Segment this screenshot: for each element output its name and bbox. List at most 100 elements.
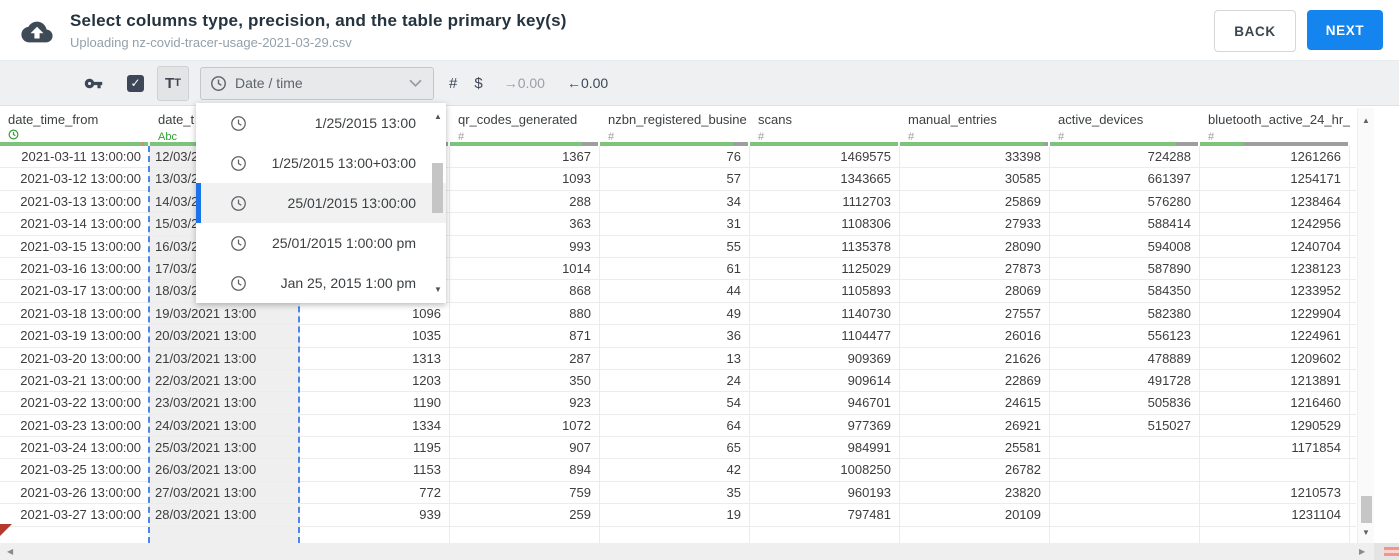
- text-type-label: T: [165, 74, 175, 92]
- table-cell: 2021-03-24 13:00:00: [0, 437, 150, 459]
- table-row: 2021-03-20 13:00:00 21/03/2021 13:00 1313 2…: [0, 347, 1356, 370]
- table-cell: 42: [600, 459, 750, 481]
- table-cell: 1238123: [1200, 257, 1350, 280]
- table-cell: 23/03/2021 13:00: [150, 392, 300, 414]
- table-cell: 28069: [900, 280, 1050, 302]
- table-cell: [1050, 526, 1200, 543]
- table-row: 2021-03-21 13:00:00 22/03/2021 13:00 1203 3…: [0, 369, 1356, 393]
- page-subtitle: Uploading nz-covid-tracer-usage-2021-03-…: [70, 34, 352, 50]
- column-type-select[interactable]: Date / time: [200, 66, 434, 100]
- clock-icon: [210, 75, 227, 92]
- vertical-scrollbar-thumb[interactable]: [1361, 496, 1372, 523]
- table-cell: 939: [300, 504, 450, 526]
- table-cell: 724288: [1050, 146, 1200, 168]
- table-cell: 34: [600, 190, 750, 213]
- table-cell: 27933: [900, 213, 1050, 235]
- table-cell: 22/03/2021 13:00: [150, 369, 300, 392]
- horizontal-scrollbar[interactable]: ◀ ▶: [0, 543, 1399, 560]
- scroll-up-icon[interactable]: ▲: [434, 112, 442, 121]
- clock-icon: [230, 155, 247, 172]
- table-cell: 1153: [300, 459, 450, 481]
- table-cell: 1096: [300, 302, 450, 325]
- table-cell: 588414: [1050, 213, 1200, 235]
- dropdown-scrollbar-thumb[interactable]: [432, 163, 443, 213]
- currency-type-button[interactable]: $: [474, 75, 482, 92]
- vertical-scrollbar[interactable]: ▲ ▼: [1357, 108, 1374, 543]
- column-header[interactable]: bluetooth_active_24_hr_ #: [1200, 106, 1350, 146]
- table-cell: 33398: [900, 146, 1050, 168]
- table-cell: 350: [450, 369, 600, 392]
- column-header[interactable]: qr_codes_generated #: [450, 106, 600, 146]
- table-cell: 21/03/2021 13:00: [150, 347, 300, 369]
- table-cell: 491728: [1050, 369, 1200, 392]
- table-cell: [1200, 526, 1350, 543]
- scroll-up-icon[interactable]: ▲: [1362, 116, 1370, 125]
- decimal-shift-left-button[interactable]: ←0.00: [567, 75, 608, 91]
- table-row: 2021-03-25 13:00:00 26/03/2021 13:00 1153 8…: [0, 459, 1356, 482]
- clock-icon: [230, 195, 247, 212]
- table-cell: 576280: [1050, 190, 1200, 213]
- scroll-right-icon[interactable]: ▶: [1359, 547, 1365, 556]
- include-column-checkbox[interactable]: ✓: [127, 74, 144, 92]
- table-cell: 1261266: [1200, 146, 1350, 168]
- date-format-option[interactable]: 1/25/2015 13:00+03:00: [196, 143, 446, 183]
- table-cell: 1469575: [750, 146, 900, 168]
- table-cell: 1213891: [1200, 369, 1350, 392]
- column-header[interactable]: nzbn_registered_busine #: [600, 106, 750, 146]
- table-cell: 1229904: [1200, 302, 1350, 325]
- next-button[interactable]: NEXT: [1307, 10, 1383, 50]
- table-cell: 759: [450, 481, 600, 504]
- table-cell: 24615: [900, 392, 1050, 414]
- table-cell: 20/03/2021 13:00: [150, 325, 300, 347]
- table-cell: 1242956: [1200, 213, 1350, 235]
- table-cell: 26/03/2021 13:00: [150, 459, 300, 481]
- scroll-left-icon[interactable]: ◀: [7, 547, 13, 556]
- column-header[interactable]: active_devices #: [1050, 106, 1200, 146]
- back-button[interactable]: BACK: [1214, 10, 1296, 52]
- table-cell: 661397: [1050, 168, 1200, 190]
- table-cell: 19/03/2021 13:00: [150, 302, 300, 325]
- table-cell: 1209602: [1200, 347, 1350, 369]
- column-header[interactable]: manual_entries #: [900, 106, 1050, 146]
- date-format-option[interactable]: 25/01/2015 1:00:00 pm: [196, 223, 446, 263]
- scroll-down-icon[interactable]: ▼: [434, 285, 442, 294]
- table-cell: 1224961: [1200, 325, 1350, 347]
- date-format-option[interactable]: 25/01/2015 13:00:00: [196, 183, 446, 223]
- table-cell: 2021-03-14 13:00:00: [0, 213, 150, 235]
- scroll-down-icon[interactable]: ▼: [1362, 528, 1370, 537]
- column-name: scans: [758, 112, 792, 127]
- text-type-button[interactable]: TT: [157, 65, 189, 101]
- table-cell: [300, 526, 450, 543]
- table-row: 2021-03-26 13:00:00 27/03/2021 13:00 772 75…: [0, 481, 1356, 505]
- dropdown-scrollbar[interactable]: ▲ ▼: [431, 105, 445, 301]
- table-cell: 27557: [900, 302, 1050, 325]
- table-cell: 25/03/2021 13:00: [150, 437, 300, 459]
- table-cell: 287: [450, 347, 600, 369]
- horizontal-scrollbar-thumb[interactable]: [1384, 547, 1399, 556]
- primary-key-icon[interactable]: [84, 74, 103, 93]
- table-cell: 907: [450, 437, 600, 459]
- table-cell: 259: [450, 504, 600, 526]
- table-cell: 582380: [1050, 302, 1200, 325]
- table-cell: 1210573: [1200, 481, 1350, 504]
- table-cell: 1334: [300, 414, 450, 437]
- table-cell: 2021-03-13 13:00:00: [0, 190, 150, 213]
- table-cell: 22869: [900, 369, 1050, 392]
- table-cell: 1343665: [750, 168, 900, 190]
- table-cell: 478889: [1050, 347, 1200, 369]
- date-format-label: 1/25/2015 13:00: [314, 115, 416, 131]
- table-cell: 44: [600, 280, 750, 302]
- column-header[interactable]: date_time_from: [0, 106, 150, 146]
- date-format-option[interactable]: 1/25/2015 13:00: [196, 103, 446, 143]
- table-cell: 49: [600, 302, 750, 325]
- column-header[interactable]: scans #: [750, 106, 900, 146]
- decimal-shift-right-button[interactable]: →0.00: [504, 75, 545, 91]
- column-type-value: Date / time: [235, 75, 303, 91]
- table-cell: 880: [450, 302, 600, 325]
- date-format-label: 25/01/2015 13:00:00: [287, 195, 416, 211]
- date-format-option[interactable]: Jan 25, 2015 1:00 pm: [196, 263, 446, 303]
- table-cell: 909369: [750, 347, 900, 369]
- number-type-button[interactable]: #: [449, 75, 457, 92]
- page-header: Select columns type, precision, and the …: [0, 0, 1399, 61]
- table-cell: 556123: [1050, 325, 1200, 347]
